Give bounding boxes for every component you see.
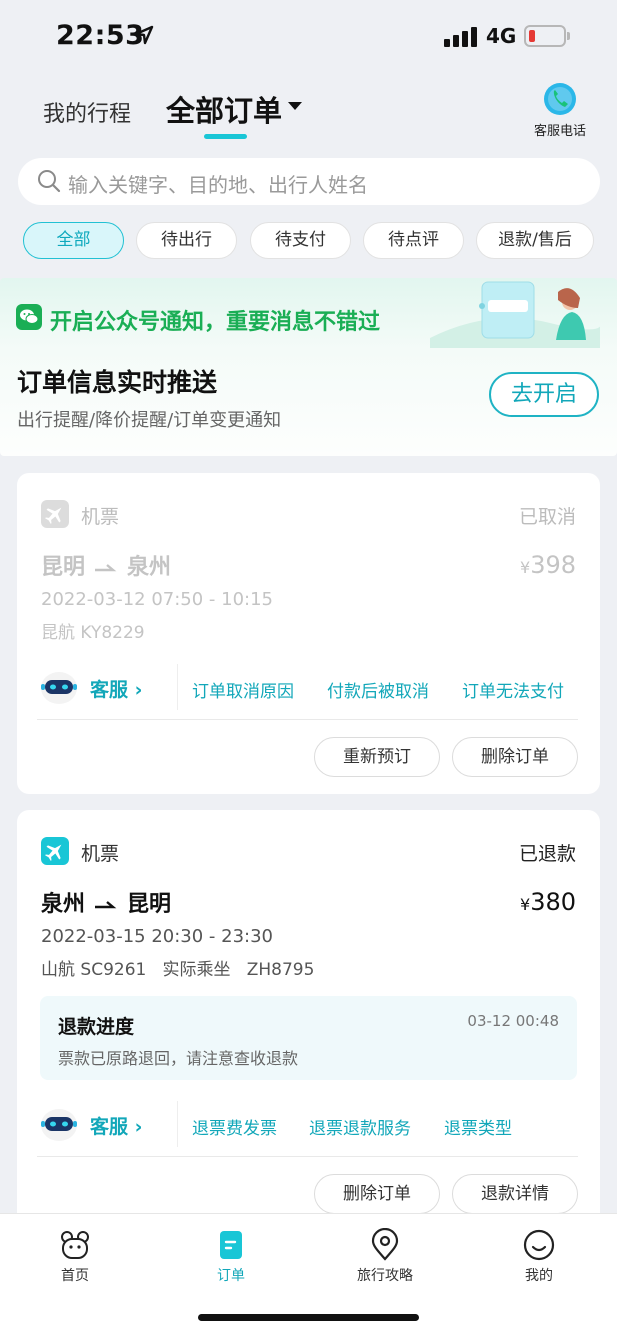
refund-progress-title: 退款进度 <box>58 1016 135 1038</box>
customer-service-link[interactable]: 客服 › <box>90 1112 142 1139</box>
promo-title: 开启公众号通知，重要消息不错过 <box>50 310 381 335</box>
tab-travel-guide[interactable]: 旅行攻略 <box>330 1228 440 1285</box>
promo-illustration <box>430 281 600 348</box>
tab-all-orders[interactable]: 全部订单 <box>166 88 282 130</box>
network-type: 4G <box>486 24 517 48</box>
quick-question-link[interactable]: 订单无法支付 <box>462 677 564 702</box>
order-status: 已取消 <box>518 506 576 528</box>
home-indicator <box>198 1314 419 1321</box>
search-icon <box>38 170 61 193</box>
order-card-cancelled[interactable]: 机票 已取消 昆明 泉州 ¥398 2022-03-12 07:50 - 10:1… <box>17 473 600 794</box>
route-arrow-icon <box>95 901 117 909</box>
refund-progress-time: 03-12 00:48 <box>467 1012 559 1030</box>
tab-orders[interactable]: 订单 <box>176 1228 286 1285</box>
tab-home[interactable]: 首页 <box>20 1228 130 1285</box>
quick-question-link[interactable]: 订单取消原因 <box>192 677 294 702</box>
chevron-down-icon[interactable] <box>288 102 302 110</box>
refund-progress-description: 票款已原路退回，请注意查收退款 <box>58 1049 299 1068</box>
order-price: ¥398 <box>520 551 576 579</box>
route: 泉州 昆明 <box>41 886 171 918</box>
customer-service-link[interactable]: 客服 › <box>90 675 142 702</box>
promo-heading: 订单信息实时推送 <box>17 368 218 397</box>
wechat-icon <box>16 304 42 330</box>
route-to: 泉州 <box>127 555 172 580</box>
delete-order-button[interactable]: 删除订单 <box>314 1174 440 1214</box>
battery-icon <box>524 25 566 47</box>
location-arrow-icon <box>134 25 154 45</box>
active-tab-indicator <box>204 134 247 139</box>
refund-details-button[interactable]: 退款详情 <box>452 1174 578 1214</box>
airplane-icon <box>41 500 69 528</box>
filter-chip-to-review[interactable]: 待点评 <box>363 222 464 259</box>
route: 昆明 泉州 <box>41 549 171 581</box>
route-from: 泉州 <box>41 892 86 917</box>
order-type: 机票 <box>81 506 120 528</box>
tab-me[interactable]: 我的 <box>484 1228 594 1285</box>
robot-avatar-icon <box>41 672 77 704</box>
order-type: 机票 <box>81 843 120 865</box>
order-card-refunded[interactable]: 机票 已退款 泉州 昆明 ¥380 2022-03-15 20:30 - 23:3… <box>17 810 600 1230</box>
tab-travel-guide-label: 旅行攻略 <box>357 1268 413 1284</box>
quick-question-link[interactable]: 退票费发票 <box>192 1114 277 1139</box>
flight-number: 山航 SC9261 实际乘坐 ZH8795 <box>41 960 315 980</box>
airplane-icon <box>41 837 69 865</box>
tab-me-label: 我的 <box>525 1268 553 1284</box>
filter-chip-unpaid[interactable]: 待支付 <box>250 222 351 259</box>
customer-service-row: 客服 › 订单取消原因 付款后被取消 订单无法支付 <box>37 664 582 710</box>
phone-icon <box>544 83 576 115</box>
order-icon <box>220 1231 242 1259</box>
status-time: 22:53 <box>56 20 145 51</box>
customer-service-row: 客服 › 退票费发票 退票退款服务 退票类型 <box>37 1101 582 1147</box>
order-status: 已退款 <box>518 843 576 865</box>
enable-notification-button[interactable]: 去开启 <box>489 372 599 417</box>
smiley-face-icon <box>523 1229 555 1261</box>
flight-time: 2022-03-12 07:50 - 10:15 <box>41 589 274 610</box>
tab-orders-label: 订单 <box>217 1268 245 1284</box>
quick-question-link[interactable]: 退票退款服务 <box>309 1114 411 1139</box>
quick-question-link[interactable]: 退票类型 <box>444 1114 512 1139</box>
flight-number: 昆航 KY8229 <box>41 623 145 643</box>
rebook-button[interactable]: 重新预订 <box>314 737 440 777</box>
tab-home-label: 首页 <box>61 1268 89 1284</box>
route-from: 昆明 <box>41 555 86 580</box>
customer-service-phone-button[interactable]: 客服电话 <box>530 82 590 139</box>
order-price: ¥380 <box>520 888 576 916</box>
quick-question-link[interactable]: 付款后被取消 <box>327 677 429 702</box>
signal-icon <box>444 27 478 47</box>
route-arrow-icon <box>95 564 117 572</box>
location-pin-icon <box>371 1228 399 1261</box>
filter-chip-upcoming[interactable]: 待出行 <box>136 222 237 259</box>
search-input[interactable]: 输入关键字、目的地、出行人姓名 <box>68 169 368 198</box>
tab-my-trips[interactable]: 我的行程 <box>43 96 131 128</box>
flight-time: 2022-03-15 20:30 - 23:30 <box>41 926 274 947</box>
promo-subtitle: 出行提醒/降价提醒/订单变更通知 <box>17 410 282 431</box>
route-to: 昆明 <box>127 892 172 917</box>
refund-progress-panel[interactable]: 退款进度 03-12 00:48 票款已原路退回，请注意查收退款 <box>40 996 577 1080</box>
filter-chip-refund[interactable]: 退款/售后 <box>476 222 594 259</box>
filter-chip-all[interactable]: 全部 <box>23 222 124 259</box>
customer-service-phone-label: 客服电话 <box>533 124 586 139</box>
home-mascot-icon <box>61 1231 89 1259</box>
robot-avatar-icon <box>41 1109 77 1141</box>
delete-order-button[interactable]: 删除订单 <box>452 737 578 777</box>
search-bar[interactable]: 输入关键字、目的地、出行人姓名 <box>18 158 600 205</box>
notification-promo-banner: 开启公众号通知，重要消息不错过 订单信息实时推送 出行提醒/降价提醒/订单变更通… <box>0 278 617 456</box>
